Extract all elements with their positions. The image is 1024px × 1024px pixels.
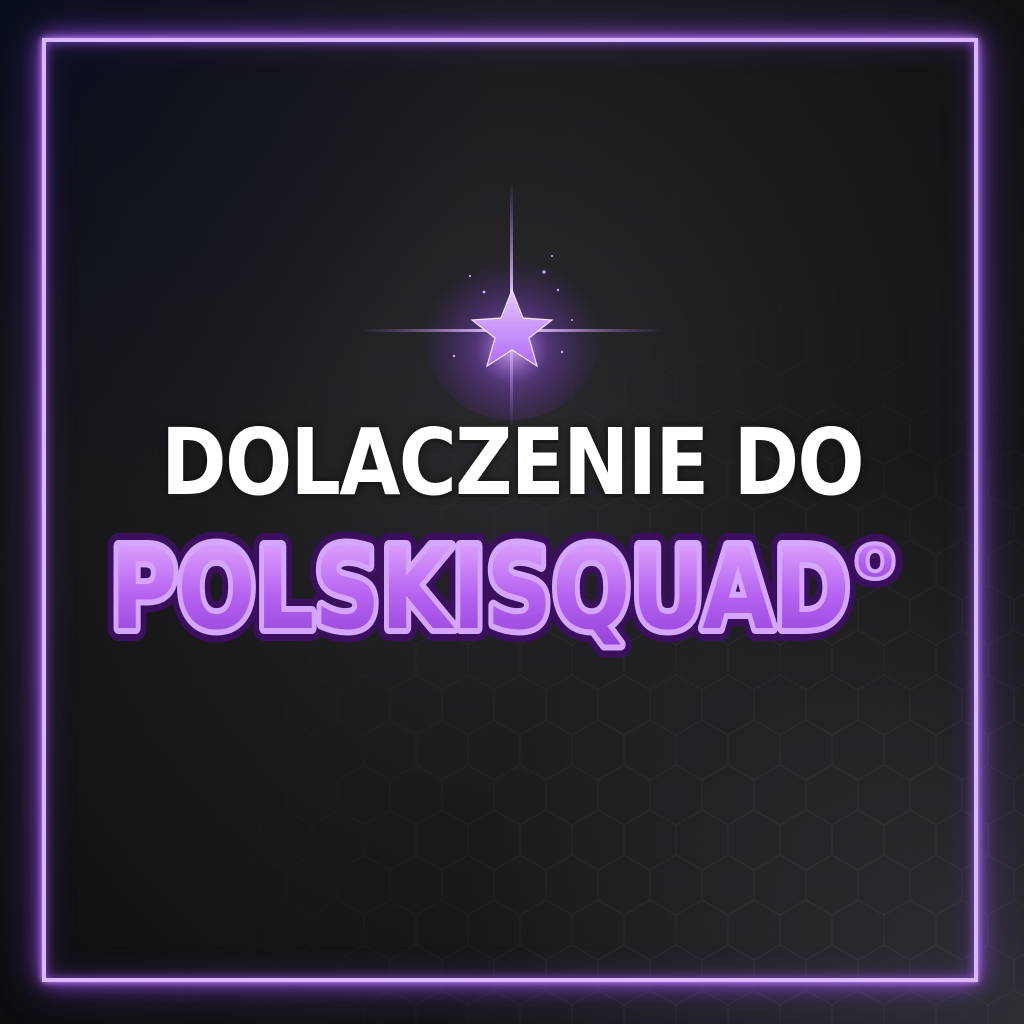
headline-line-2-text: POLSKISQUAD [110, 525, 850, 655]
headline-line-2: POLSKISQUAD POLSKISQUAD POLSKISQUAD o o [100, 511, 905, 668]
sparkle-star-icon [362, 180, 662, 430]
headline-suffix-text: o [854, 520, 897, 593]
poster-canvas: DOLACZENIE DO POLSKISQUAD POLSKISQUAD PO… [0, 0, 1024, 1024]
headline-line-1: DOLACZENIE DO [161, 409, 865, 516]
